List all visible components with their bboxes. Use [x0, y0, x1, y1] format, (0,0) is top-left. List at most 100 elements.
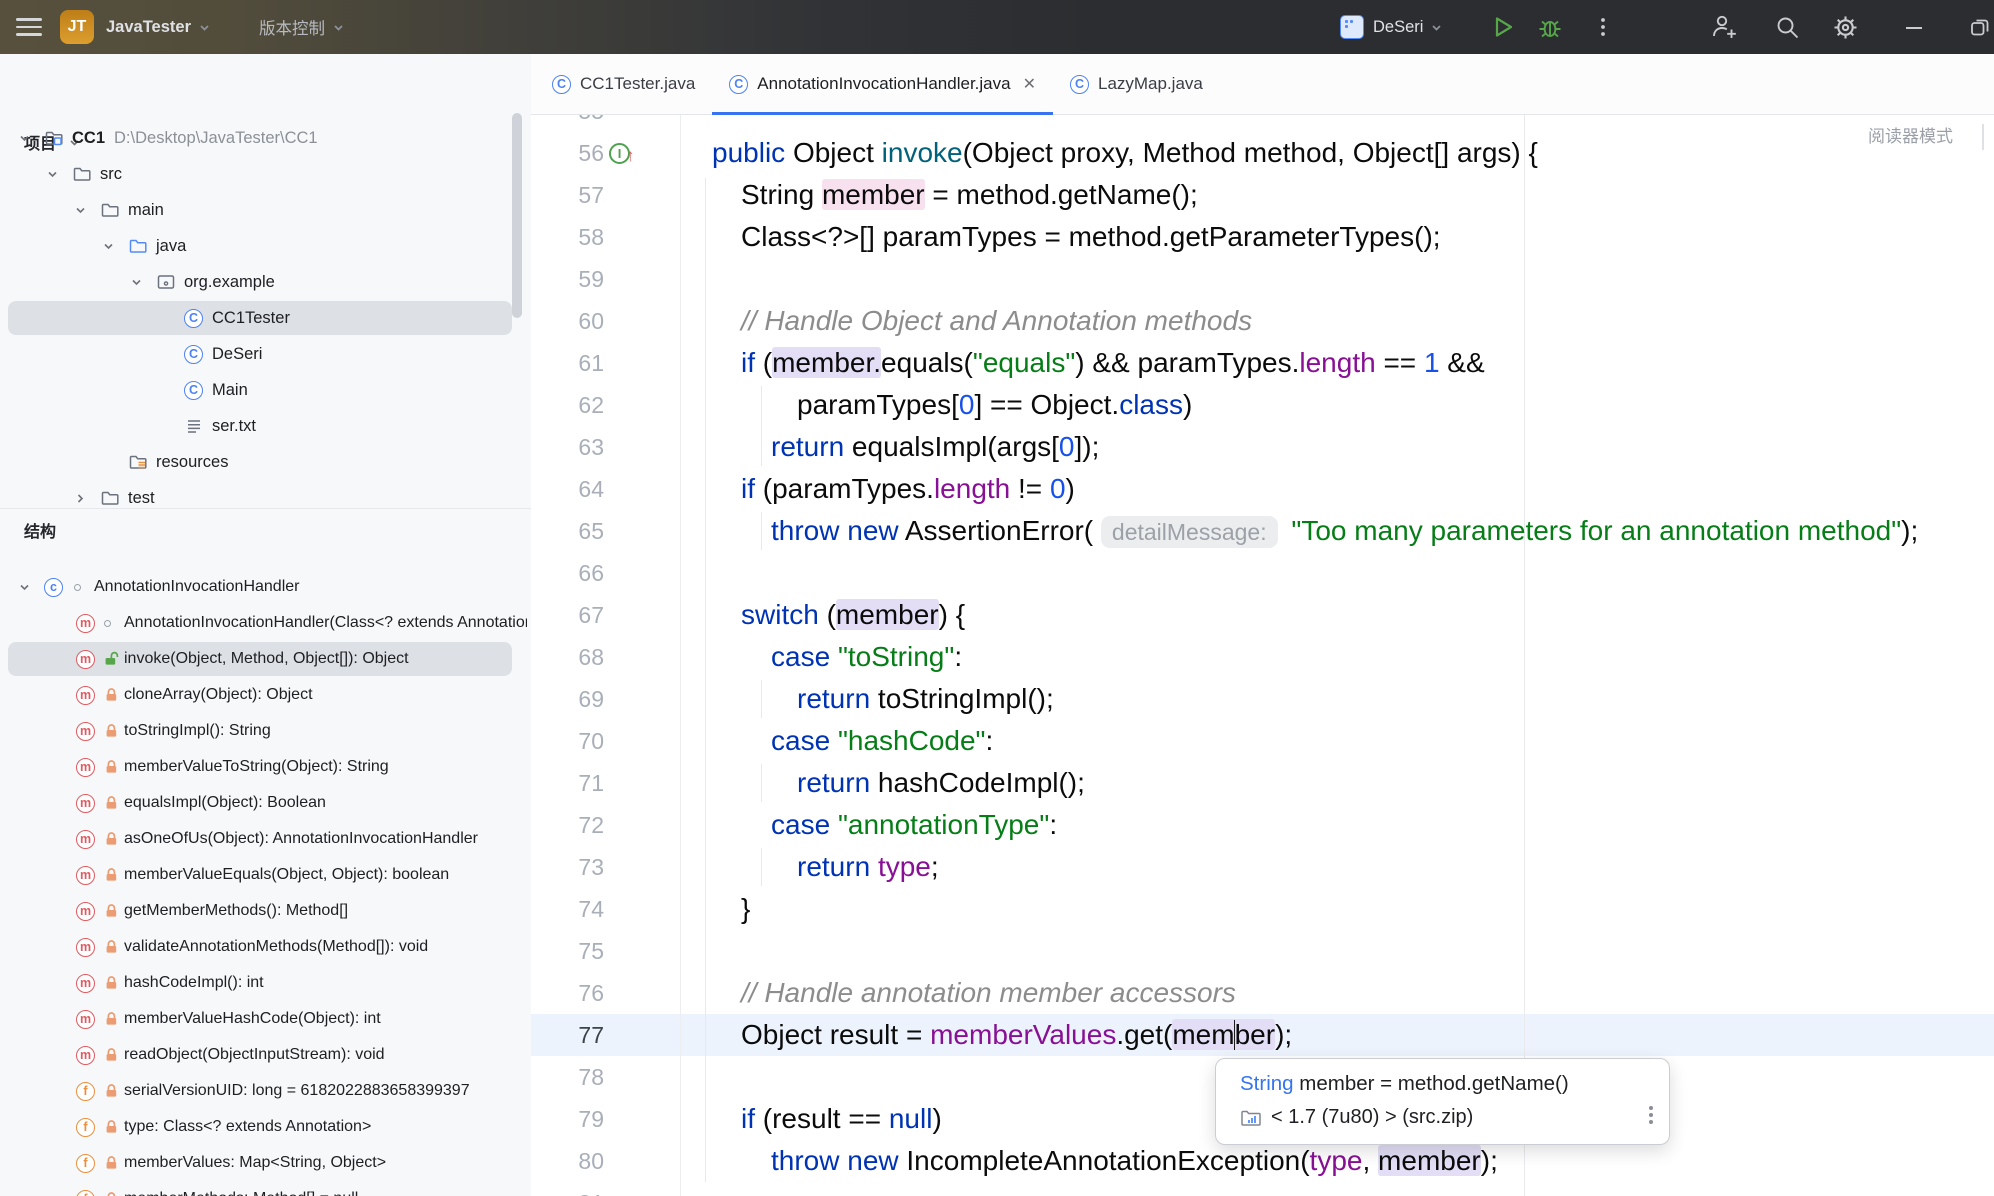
tab-label: LazyMap.java: [1098, 74, 1203, 94]
structure-item[interactable]: mtoStringImpl(): String: [0, 713, 531, 749]
structure-item-label: toStringImpl(): String: [124, 713, 527, 749]
tree-item-ser.txt[interactable]: ser.txt: [0, 408, 531, 444]
code-text: if (member.equals("equals") && paramType…: [741, 342, 1485, 384]
chevron-down-icon[interactable]: [102, 228, 115, 264]
reader-mode-label[interactable]: 阅读器模式: [1868, 122, 1953, 147]
code-line-62[interactable]: 62paramTypes[0] == Object.class): [531, 384, 1994, 426]
structure-item[interactable]: mmemberValueHashCode(Object): int: [0, 1001, 531, 1037]
debug-button[interactable]: [1536, 0, 1564, 54]
structure-item[interactable]: ftype: Class<? extends Annotation>: [0, 1109, 531, 1145]
code-line-68[interactable]: 68case "toString":: [531, 636, 1994, 678]
structure-item[interactable]: minvoke(Object, Method, Object[]): Objec…: [0, 641, 531, 677]
code-line-69[interactable]: 69return toStringImpl();: [531, 678, 1994, 720]
code-line-58[interactable]: 58Class<?>[] paramTypes = method.getPara…: [531, 216, 1994, 258]
field-icon: f: [76, 1073, 95, 1109]
structure-item[interactable]: mhashCodeImpl(): int: [0, 965, 531, 1001]
structure-item[interactable]: mequalsImpl(Object): Boolean: [0, 785, 531, 821]
tooltip-type-link[interactable]: String: [1240, 1072, 1294, 1095]
structure-item-label: memberValueToString(Object): String: [124, 749, 527, 785]
code-line-75[interactable]: 75: [531, 930, 1994, 972]
code-line-80[interactable]: 80throw new IncompleteAnnotationExceptio…: [531, 1140, 1994, 1182]
tab-LazyMap.java[interactable]: CLazyMap.java: [1053, 54, 1220, 114]
code-line-63[interactable]: 63return equalsImpl(args[0]);: [531, 426, 1994, 468]
line-number: 60: [531, 300, 604, 342]
tree-item-org.example[interactable]: org.example: [0, 264, 531, 300]
class-icon: C: [729, 75, 748, 94]
field-icon: f: [76, 1181, 95, 1196]
code-line-81[interactable]: 81: [531, 1182, 1994, 1196]
restore-button[interactable]: [1968, 0, 1994, 54]
code-line-67[interactable]: 67switch (member) {: [531, 594, 1994, 636]
structure-item[interactable]: mvalidateAnnotationMethods(Method[]): vo…: [0, 929, 531, 965]
code-line-59[interactable]: 59: [531, 258, 1994, 300]
line-number: 74: [531, 888, 604, 930]
tree-item-resources[interactable]: resources: [0, 444, 531, 480]
structure-item[interactable]: mAnnotationInvocationHandler(Class<? ext…: [0, 605, 531, 641]
project-scrollbar[interactable]: [512, 113, 522, 318]
code-line-55[interactable]: 55: [531, 115, 1994, 132]
tree-item-Main[interactable]: CMain: [0, 372, 531, 408]
structure-item[interactable]: mreadObject(ObjectInputStream): void: [0, 1037, 531, 1073]
code-line-65[interactable]: 65throw new AssertionError( detailMessag…: [531, 510, 1994, 552]
chevron-down-icon[interactable]: [18, 569, 31, 605]
run-button[interactable]: [1490, 0, 1516, 54]
code-line-71[interactable]: 71return hashCodeImpl();: [531, 762, 1994, 804]
tab-AnnotationInvocationHandler.java[interactable]: CAnnotationInvocationHandler.java✕: [712, 54, 1053, 114]
code-line-73[interactable]: 73return type;: [531, 846, 1994, 888]
structure-item[interactable]: mmemberValueEquals(Object, Object): bool…: [0, 857, 531, 893]
minimize-button[interactable]: [1902, 0, 1926, 54]
line-number: 57: [531, 174, 604, 216]
run-config-widget[interactable]: DeSeri: [1340, 0, 1443, 54]
chevron-down-icon[interactable]: [18, 120, 31, 156]
package-icon: [156, 264, 176, 300]
folder-blue-icon: [128, 228, 148, 264]
structure-item[interactable]: masOneOfUs(Object): AnnotationInvocation…: [0, 821, 531, 857]
code-line-72[interactable]: 72case "annotationType":: [531, 804, 1994, 846]
project-widget[interactable]: JavaTester: [106, 0, 211, 54]
structure-item[interactable]: f serialVersionUID: long = 61820228836583…: [0, 1073, 531, 1109]
structure-item[interactable]: mmemberValueToString(Object): String: [0, 749, 531, 785]
implements-icon[interactable]: I↑: [609, 138, 639, 168]
vcs-label: 版本控制: [259, 15, 325, 39]
code-line-74[interactable]: 74}: [531, 888, 1994, 930]
search-everywhere-button[interactable]: [1773, 0, 1802, 54]
code-line-57[interactable]: 57 String member = method.getName();: [531, 174, 1994, 216]
close-icon[interactable]: ✕: [1023, 74, 1036, 94]
code-line-66[interactable]: 66: [531, 552, 1994, 594]
code-line-70[interactable]: 70case "hashCode":: [531, 720, 1994, 762]
code-text: String member = method.getName();: [741, 174, 1198, 216]
chevron-down-icon[interactable]: [130, 264, 143, 300]
more-dots-icon[interactable]: [1649, 1103, 1653, 1127]
structure-item-label: serialVersionUID: long = 618202288365839…: [124, 1073, 527, 1109]
chevron-right-icon[interactable]: [74, 480, 87, 516]
code-line-77[interactable]: 77Object result = memberValues.get(membe…: [531, 1014, 1994, 1056]
vcs-widget[interactable]: 版本控制: [259, 0, 345, 54]
code-editor[interactable]: 5556I↑public Object invoke(Object proxy,…: [531, 115, 1994, 1196]
code-line-64[interactable]: 64if (paramTypes.length != 0): [531, 468, 1994, 510]
code-line-61[interactable]: 61if (member.equals("equals") && paramTy…: [531, 342, 1994, 384]
tree-item-main[interactable]: main: [0, 192, 531, 228]
tree-item-src[interactable]: src: [0, 156, 531, 192]
chevron-down-icon[interactable]: [74, 192, 87, 228]
structure-item[interactable]: cAnnotationInvocationHandler: [0, 569, 531, 605]
structure-item[interactable]: mcloneArray(Object): Object: [0, 677, 531, 713]
chevron-down-icon[interactable]: [46, 156, 59, 192]
structure-item[interactable]: mgetMemberMethods(): Method[]: [0, 893, 531, 929]
code-line-60[interactable]: 60// Handle Object and Annotation method…: [531, 300, 1994, 342]
tree-item-java[interactable]: java: [0, 228, 531, 264]
panel-divider[interactable]: [0, 508, 531, 509]
more-actions-button[interactable]: [1594, 0, 1612, 54]
tab-CC1Tester.java[interactable]: CCC1Tester.java: [535, 54, 712, 114]
line-number: 63: [531, 426, 604, 468]
tree-item-CC1[interactable]: CC1D:\Desktop\JavaTester\CC1: [0, 120, 531, 156]
menu-icon[interactable]: [16, 0, 42, 54]
tree-item-DeSeri[interactable]: CDeSeri: [0, 336, 531, 372]
code-with-me-button[interactable]: [1710, 0, 1740, 54]
tree-item-CC1Tester[interactable]: CCC1Tester: [0, 300, 531, 336]
settings-button[interactable]: [1831, 0, 1860, 54]
code-line-56[interactable]: 56I↑public Object invoke(Object proxy, M…: [531, 132, 1994, 174]
structure-item[interactable]: fmemberValues: Map<String, Object>: [0, 1145, 531, 1181]
code-line-76[interactable]: 76// Handle annotation member accessors: [531, 972, 1994, 1014]
tree-item-test[interactable]: test: [0, 480, 531, 516]
structure-item[interactable]: fmemberMethods: Method[] = null: [0, 1181, 531, 1196]
